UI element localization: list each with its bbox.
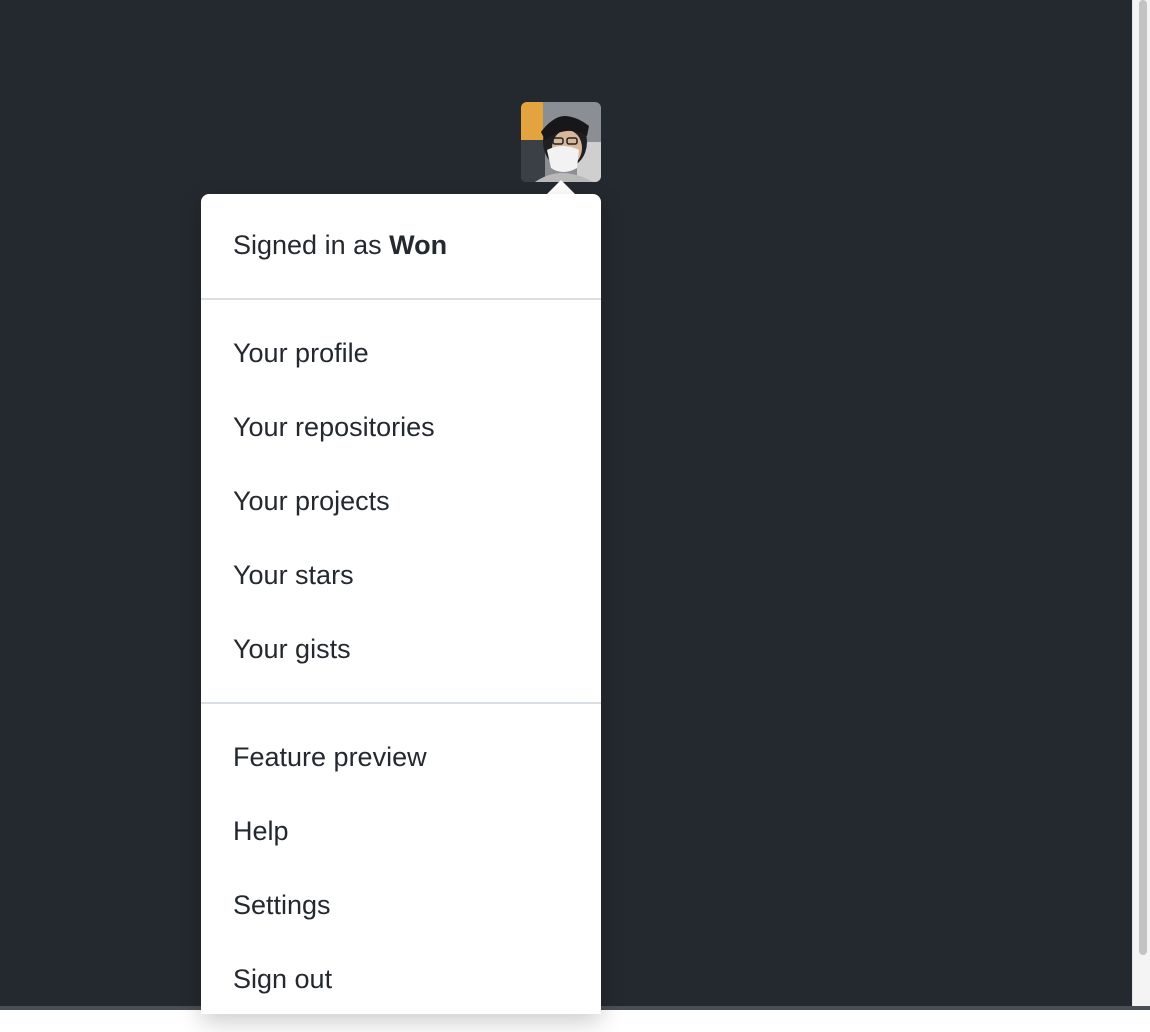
user-dropdown-menu: Signed in as Won Your profile Your repos…: [201, 194, 601, 1014]
menu-item-your-projects[interactable]: Your projects: [201, 464, 601, 538]
menu-item-your-profile[interactable]: Your profile: [201, 316, 601, 390]
avatar-image: [521, 102, 601, 182]
scrollbar-thumb[interactable]: [1139, 0, 1147, 955]
signed-in-header: Signed in as Won: [201, 194, 601, 300]
menu-group-account: Feature preview Help Settings Sign out: [201, 704, 601, 1032]
menu-item-help[interactable]: Help: [201, 794, 601, 868]
dropdown-caret: [547, 180, 575, 194]
signed-in-username: Won: [389, 230, 448, 260]
signed-in-label: Signed in as: [233, 230, 382, 260]
menu-item-sign-out[interactable]: Sign out: [201, 942, 601, 1016]
menu-group-user: Your profile Your repositories Your proj…: [201, 300, 601, 704]
menu-item-settings[interactable]: Settings: [201, 868, 601, 942]
menu-item-feature-preview[interactable]: Feature preview: [201, 720, 601, 794]
menu-item-your-gists[interactable]: Your gists: [201, 612, 601, 686]
menu-item-your-repositories[interactable]: Your repositories: [201, 390, 601, 464]
menu-item-your-stars[interactable]: Your stars: [201, 538, 601, 612]
avatar[interactable]: [521, 102, 601, 182]
